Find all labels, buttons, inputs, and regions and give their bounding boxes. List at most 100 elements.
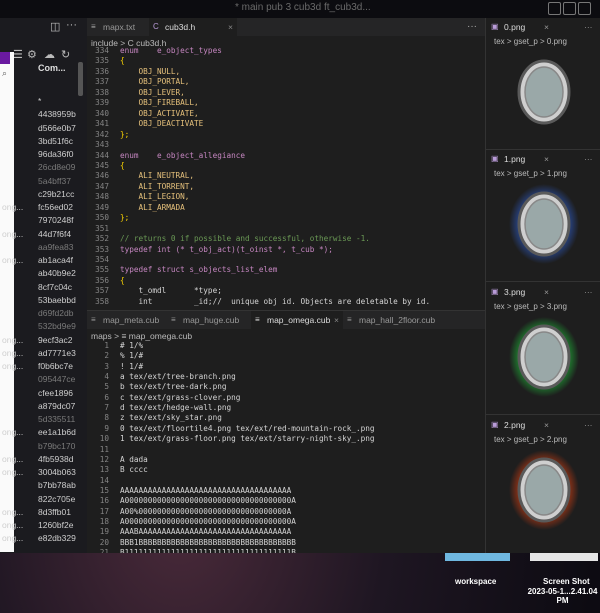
preview-tab[interactable]: ▣ 2.png × ··· [486, 416, 600, 434]
git-row[interactable]: cfee1896 [0, 388, 80, 401]
cloud-upload-icon[interactable]: ☁ [44, 48, 55, 61]
git-row[interactable]: ong... ad7771e3 [0, 348, 80, 361]
commit-column-header: Com... [38, 63, 66, 73]
git-row[interactable]: * [0, 96, 80, 109]
code-line: ALI_NEUTRAL, [120, 171, 195, 181]
layout-split-icon[interactable] [563, 2, 576, 15]
line-number: 334 [95, 46, 109, 55]
code-editor-bottom[interactable]: 1 # 1/% 2 % 1/# 3 ! 1/# 4 a tex/ext/tree-branch… [87, 341, 485, 553]
screenshot-label-1[interactable]: Screen Shot [543, 577, 590, 586]
git-row[interactable]: ong... 3004b063 [0, 467, 80, 480]
git-commit-hash: cfee1896 [38, 387, 73, 398]
git-row[interactable]: 095447ce [0, 374, 80, 387]
more-icon[interactable]: ··· [584, 420, 593, 430]
editor-tab[interactable]: ≡ map_hall_2floor.cub [343, 311, 447, 329]
git-commit-hash: 3bd51f6c [38, 135, 73, 146]
preview-tab[interactable]: ▣ 0.png × ··· [486, 18, 600, 36]
layout-panel-icon[interactable] [578, 2, 591, 15]
sidebar-scrollbar[interactable] [78, 62, 83, 96]
refresh-icon[interactable]: ↻ [61, 48, 70, 61]
more-icon[interactable]: ··· [584, 22, 593, 32]
preview-breadcrumb[interactable]: tex > gset_p > 3.png [494, 302, 567, 311]
editor-tab[interactable]: ≡ map_meta.cub [87, 311, 167, 329]
code-line: % 1/# [120, 351, 144, 361]
git-row[interactable]: 53baebbd [0, 295, 80, 308]
git-row[interactable]: d566e0b7 [0, 123, 80, 136]
git-row[interactable]: b7bb78ab [0, 480, 80, 493]
code-line: { [120, 56, 125, 66]
git-row[interactable]: b79bc170 [0, 441, 80, 454]
close-icon[interactable]: × [334, 311, 339, 329]
editor-tab[interactable]: ≡ mapx.txt [87, 18, 149, 36]
git-row[interactable]: ong... fc56ed02 [0, 202, 80, 215]
close-icon[interactable]: × [544, 420, 549, 430]
preview-breadcrumb[interactable]: tex > gset_p > 2.png [494, 435, 567, 444]
git-row[interactable]: ong... 1260bf2e [0, 520, 80, 533]
git-row[interactable]: c29b21cc [0, 189, 80, 202]
git-row[interactable]: ong... 9ecf3ac2 [0, 335, 80, 348]
git-row[interactable]: aa9fea83 [0, 242, 80, 255]
breadcrumb-bottom[interactable]: maps > ≡ map_omega.cub [91, 331, 192, 341]
git-row[interactable]: ong... 44d7f6f4 [0, 229, 80, 242]
git-row[interactable]: 4438959b [0, 109, 80, 122]
image-file-icon: ▣ [491, 22, 499, 31]
code-line: ALI_ARMADA [120, 202, 185, 212]
screenshot-label-2[interactable]: 2023-05-1...2.41.04 PM [525, 587, 600, 605]
preview-breadcrumb[interactable]: tex > gset_p > 1.png [494, 169, 567, 178]
git-row[interactable]: ong... ee1a1b6d [0, 427, 80, 440]
editor-tab[interactable]: ≡ map_huge.cub [167, 311, 251, 329]
close-icon[interactable]: × [544, 22, 549, 32]
git-row[interactable]: ong... e82db329 [0, 533, 80, 546]
more-icon[interactable]: ··· [584, 154, 593, 164]
image-preview-pane: ▣ 1.png × ··· tex > gset_p > 1.png [486, 150, 600, 282]
git-commit-hash: ab40b9e2 [38, 268, 76, 279]
filter-icon[interactable]: ☰ [13, 48, 23, 61]
split-icon[interactable]: ◫ [50, 20, 60, 33]
code-line: // returns 0 if possible and successful,… [120, 234, 370, 244]
git-row[interactable]: d69fd2db [0, 308, 80, 321]
layout-toggle-icon[interactable] [548, 2, 561, 15]
code-line: BBB1BBBBBBBBBBBBBBBBBBBBBBBBBBBBBBBBBB [120, 537, 296, 547]
git-row[interactable]: 822c705e [0, 494, 80, 507]
git-branch-label: ong... [2, 520, 24, 530]
folder-icon[interactable] [445, 553, 510, 561]
close-icon[interactable]: × [544, 154, 549, 164]
search-icon[interactable]: ⌕ [2, 68, 7, 79]
preview-breadcrumb[interactable]: tex > gset_p > 0.png [494, 37, 567, 46]
preview-tab[interactable]: ▣ 3.png × ··· [486, 283, 600, 301]
git-row[interactable]: a879dc07 [0, 401, 80, 414]
close-icon[interactable]: × [228, 18, 233, 36]
git-row[interactable]: 5a4bff37 [0, 176, 80, 189]
more-icon[interactable]: ··· [66, 19, 77, 31]
git-commit-hash: 4438959b [38, 109, 76, 120]
more-icon[interactable]: ··· [584, 287, 593, 297]
git-row[interactable]: ong... ab1aca4f [0, 255, 80, 268]
git-commit-hash: ad7771e3 [38, 347, 76, 358]
editor-area: ≡ mapx.txt Ccub3d.h × ··· include > C cub3d… [87, 18, 485, 553]
git-row[interactable]: ong... f0b6bc7e [0, 361, 80, 374]
workspace-label[interactable]: workspace [455, 577, 496, 586]
git-row[interactable]: 7970248f [0, 215, 80, 228]
git-row[interactable]: 8cf7c04c [0, 282, 80, 295]
mirror-image [509, 317, 579, 397]
git-row[interactable]: ab40b9e2 [0, 268, 80, 281]
code-editor-top[interactable]: 334 enum e_object_types 335 {336 OBJ_NULL, 3… [87, 46, 485, 310]
editor-more-icon[interactable]: ··· [467, 21, 477, 32]
screenshot-thumbnail-icon[interactable] [530, 553, 598, 561]
close-icon[interactable]: × [544, 287, 549, 297]
code-line: ALI_LEGION, [120, 192, 190, 202]
git-branch-label: ong... [2, 334, 24, 345]
git-row[interactable]: 26cd8e09 [0, 162, 80, 175]
editor-tab[interactable]: Ccub3d.h × [149, 18, 237, 36]
preview-tab[interactable]: ▣ 1.png × ··· [486, 150, 600, 168]
editor-tab[interactable]: ≡ map_omega.cub × [251, 311, 343, 329]
git-row[interactable]: 96da36f0 [0, 149, 80, 162]
git-row[interactable]: ong... 8d3ffb01 [0, 507, 80, 520]
git-row[interactable]: 532bd9e9 [0, 321, 80, 334]
git-row[interactable]: ong... 4fb5938d [0, 454, 80, 467]
git-row[interactable]: 3bd51f6c [0, 136, 80, 149]
image-file-icon: ▣ [491, 420, 499, 429]
settings-gear-icon[interactable]: ⚙ [27, 48, 37, 61]
code-line: }; [120, 213, 130, 223]
git-row[interactable]: 5d335511 [0, 414, 80, 427]
